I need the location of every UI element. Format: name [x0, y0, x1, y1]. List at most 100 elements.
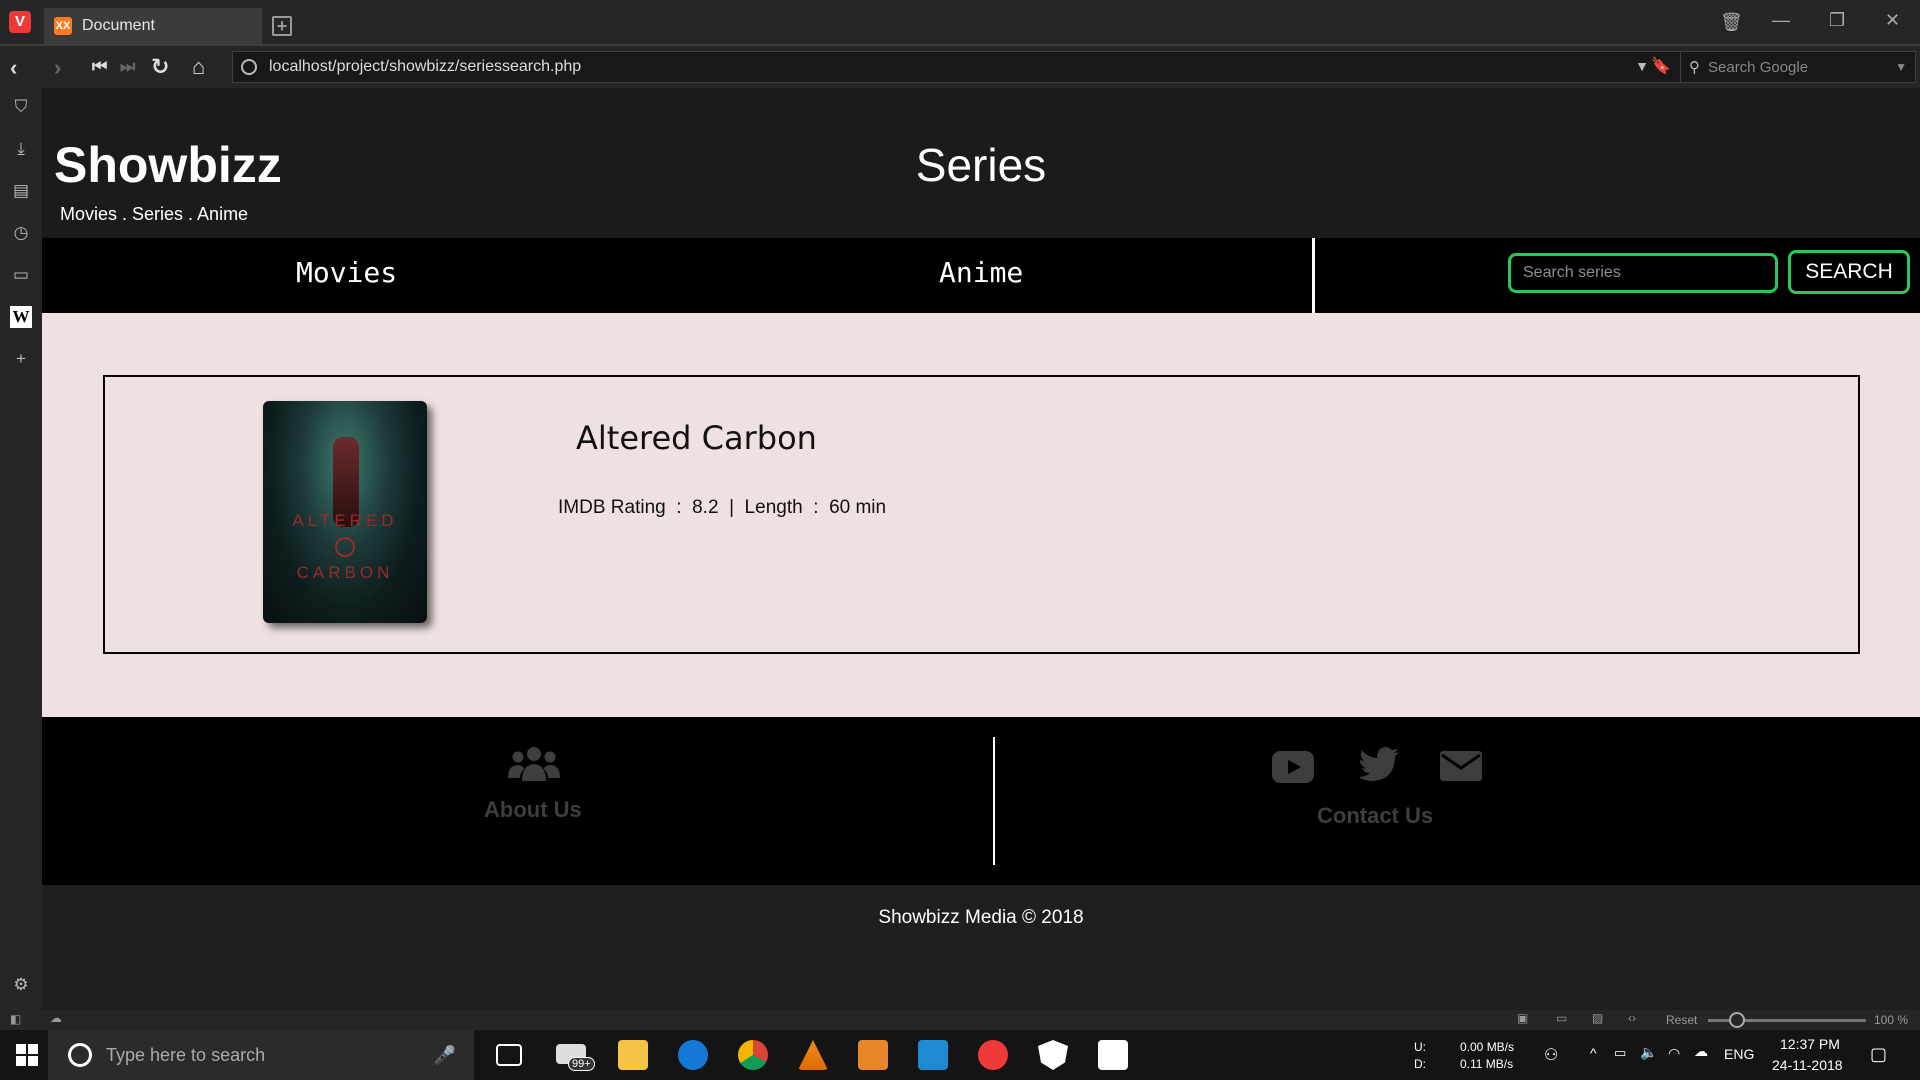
site-nav: Movies Anime SEARCH	[42, 238, 1920, 313]
reload-button[interactable]: ↻	[151, 54, 169, 80]
zoom-reset-button[interactable]: Reset	[1666, 1013, 1697, 1027]
fast-forward-button[interactable]: ⏭	[120, 57, 135, 77]
tab-title: Document	[82, 17, 155, 34]
search-icon: ⚲	[1689, 59, 1700, 76]
wifi-icon[interactable]: ◠	[1668, 1045, 1680, 1062]
file-explorer-icon[interactable]	[618, 1040, 648, 1070]
home-icon[interactable]: ⌂	[192, 54, 205, 80]
clock-time[interactable]: 12:37 PM	[1780, 1036, 1840, 1052]
web-page: Showbizz Movies . Series . Anime Series …	[42, 88, 1920, 1010]
people-icon[interactable]: ⚇	[1544, 1045, 1558, 1065]
task-view-icon[interactable]	[496, 1044, 522, 1066]
nav-divider	[1312, 238, 1315, 313]
vivaldi-logo-icon[interactable]: V	[9, 11, 31, 33]
zoom-slider-handle[interactable]	[1729, 1012, 1745, 1028]
microphone-icon[interactable]: 🎤	[434, 1045, 456, 1066]
bookmarks-panel-icon[interactable]: ⛉	[10, 96, 32, 118]
chrome-icon[interactable]	[738, 1040, 768, 1070]
url-field[interactable]: localhost/project/showbizz/seriessearch.…	[232, 51, 1684, 83]
site-tagline: Movies . Series . Anime	[60, 204, 249, 224]
net-upload-label: U:	[1414, 1040, 1426, 1054]
sublime-text-icon[interactable]	[858, 1040, 888, 1070]
sync-cloud-icon[interactable]: ☁	[50, 1011, 62, 1025]
url-dropdown-icon[interactable]: ▼	[1635, 58, 1649, 74]
browser-status-bar: ◧ ☁ ▣ ▭ ▨ ‹› Reset 100 %	[0, 1010, 1920, 1030]
copyright-text: Showbizz Media © 2018	[878, 907, 1084, 928]
window-panel-icon[interactable]: ▭	[10, 264, 32, 286]
net-upload-speed: 0.00 MB/s	[1460, 1040, 1515, 1054]
tiling-icon[interactable]: ▭	[1556, 1011, 1567, 1025]
back-button[interactable]: ‹	[10, 55, 17, 81]
poster-emblem	[335, 537, 355, 557]
site-info-icon[interactable]	[241, 59, 257, 75]
images-icon[interactable]: ▨	[1592, 1011, 1603, 1025]
language-indicator[interactable]: ENG	[1724, 1046, 1754, 1062]
history-panel-icon[interactable]: ◷	[10, 222, 32, 244]
panel-toggle-icon[interactable]: ◧	[10, 1012, 21, 1026]
results-area: ALTERED CARBON Altered Carbon IMDB Ratin…	[42, 313, 1920, 717]
restore-button[interactable]: ❐	[1829, 10, 1845, 31]
edge-browser-icon[interactable]	[678, 1040, 708, 1070]
users-group-icon[interactable]	[508, 745, 560, 783]
minimize-button[interactable]: —	[1772, 10, 1790, 31]
close-window-button[interactable]: ✕	[1885, 10, 1900, 31]
poster-text-line2: CARBON	[296, 563, 394, 582]
nav-link-movies[interactable]: Movies	[296, 256, 397, 289]
search-button[interactable]: SEARCH	[1788, 250, 1910, 294]
search-engine-placeholder: Search Google	[1708, 58, 1809, 76]
vscode-icon[interactable]	[918, 1040, 948, 1070]
onedrive-cloud-icon[interactable]: ☁	[1694, 1043, 1708, 1060]
rewind-button[interactable]: ⏮	[92, 57, 107, 77]
contact-us-link[interactable]: Contact Us	[1317, 803, 1433, 829]
taskbar-search-box[interactable]: Type here to search 🎤	[48, 1030, 474, 1080]
search-engine-field[interactable]: ⚲ Search Google ▼	[1680, 51, 1916, 83]
taskbar-search-placeholder: Type here to search	[106, 1044, 266, 1065]
footer-divider	[993, 737, 995, 865]
settings-gear-icon[interactable]: ⚙	[10, 974, 32, 996]
vlc-icon[interactable]	[798, 1040, 828, 1070]
add-panel-icon[interactable]: +	[10, 348, 32, 370]
site-header: Showbizz Movies . Series . Anime Series	[42, 88, 1920, 238]
downloads-panel-icon[interactable]: ⤓	[10, 138, 32, 160]
url-text: localhost/project/showbizz/seriessearch.…	[269, 58, 582, 75]
battery-icon[interactable]: ▭	[1614, 1045, 1626, 1061]
new-tab-button[interactable]: +	[272, 16, 292, 36]
notes-panel-icon[interactable]: ▤	[10, 180, 32, 202]
twitter-icon[interactable]	[1359, 747, 1399, 783]
vivaldi-taskbar-icon[interactable]	[978, 1040, 1008, 1070]
mail-icon[interactable]	[1440, 751, 1482, 781]
series-title[interactable]: Altered Carbon	[576, 419, 817, 457]
series-result-card[interactable]: ALTERED CARBON Altered Carbon IMDB Ratin…	[103, 375, 1860, 654]
search-engine-dropdown-icon[interactable]: ▼	[1895, 60, 1907, 74]
tray-chevron-icon[interactable]: ^	[1590, 1045, 1597, 1061]
net-download-speed: 0.11 MB/s	[1460, 1057, 1514, 1071]
wikipedia-panel-icon[interactable]: W	[10, 306, 32, 328]
windows-taskbar: Type here to search 🎤 99+ U: D: 0.00 MB/…	[0, 1030, 1920, 1080]
browser-tab-bar: V XX Document + 🗑 — ❐ ✕	[0, 0, 1920, 44]
start-windows-icon[interactable]	[16, 1044, 38, 1066]
photos-app-icon[interactable]	[1098, 1040, 1128, 1070]
page-title: Series	[915, 139, 1047, 191]
about-us-link[interactable]: About Us	[484, 797, 582, 823]
nav-link-anime[interactable]: Anime	[939, 256, 1023, 289]
zoom-level: 100 %	[1874, 1013, 1909, 1027]
series-search-input[interactable]	[1508, 253, 1778, 293]
page-actions-icon[interactable]: ‹›	[1628, 1011, 1636, 1025]
series-poster-image[interactable]: ALTERED CARBON	[263, 401, 427, 623]
security-shield-icon[interactable]	[1038, 1040, 1068, 1070]
youtube-icon[interactable]	[1272, 751, 1314, 783]
action-center-icon[interactable]: ▢	[1870, 1044, 1887, 1065]
copyright-bar: Showbizz Media © 2018	[42, 885, 1920, 1010]
address-bar-row: ‹ › ⏮ ⏭ ↻ ⌂ localhost/project/showbizz/s…	[0, 44, 1920, 88]
xampp-favicon-icon: XX	[54, 17, 72, 35]
bookmark-icon[interactable]: 🔖	[1651, 56, 1671, 76]
site-footer: About Us Contact Us	[42, 717, 1920, 885]
poster-text-line1: ALTERED	[292, 511, 398, 530]
browser-tab[interactable]: XX Document	[44, 8, 262, 44]
forward-button[interactable]: ›	[54, 55, 61, 81]
trash-icon[interactable]: 🗑	[1720, 12, 1743, 33]
clock-date[interactable]: 24-11-2018	[1772, 1057, 1843, 1073]
volume-icon[interactable]: 🔈	[1640, 1044, 1657, 1061]
capture-camera-icon[interactable]: ▣	[1517, 1011, 1528, 1025]
net-download-label: D:	[1414, 1057, 1426, 1071]
